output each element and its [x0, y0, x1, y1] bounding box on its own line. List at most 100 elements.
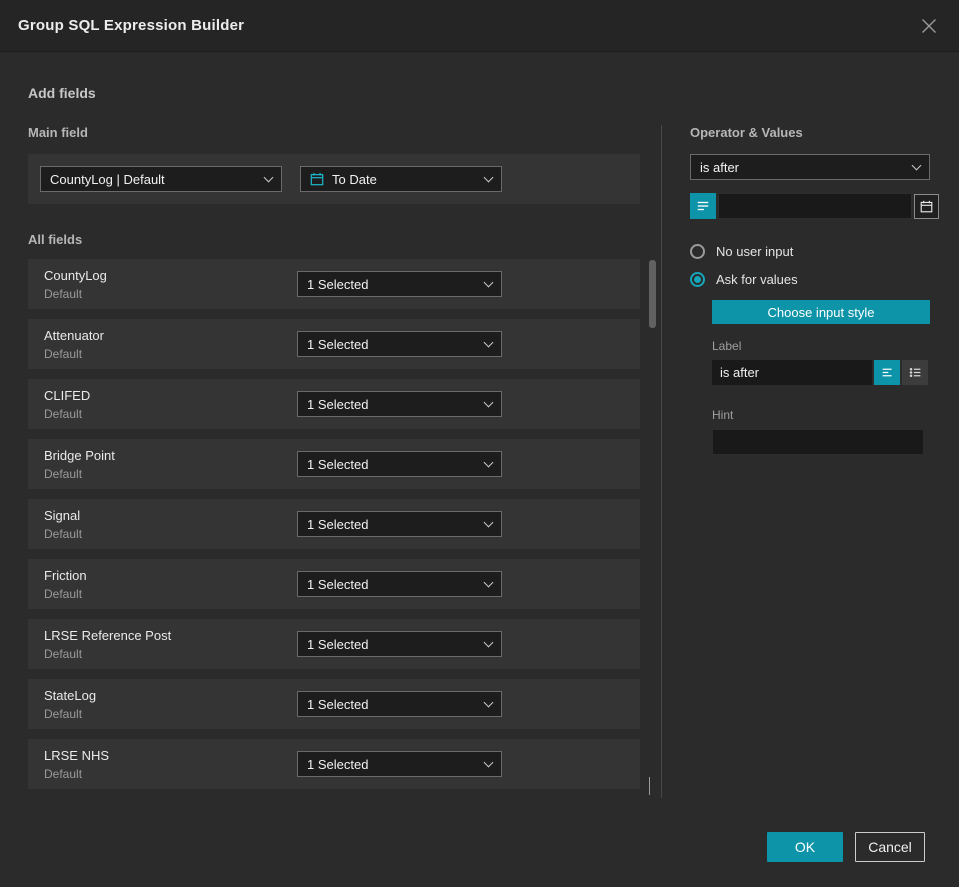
vertical-divider [661, 125, 662, 798]
main-field-dropdown[interactable]: CountyLog | Default [40, 166, 282, 192]
field-text: Bridge Point Default [44, 448, 297, 481]
field-selected-dropdown[interactable]: 1 Selected [297, 751, 502, 777]
calendar-icon [310, 172, 324, 186]
field-text: StateLog Default [44, 688, 297, 721]
selected-count-label: 1 Selected [307, 336, 369, 352]
selected-count-label: 1 Selected [307, 636, 369, 652]
field-text: Signal Default [44, 508, 297, 541]
field-row: Bridge Point Default 1 Selected [28, 439, 640, 489]
bulleted-list-icon [909, 366, 922, 379]
single-line-style-button[interactable] [874, 360, 900, 385]
close-button[interactable] [917, 14, 941, 38]
field-subtitle: Default [44, 466, 83, 481]
radio-icon [690, 244, 705, 259]
field-subtitle: Default [44, 586, 83, 601]
field-row: CLIFED Default 1 Selected [28, 379, 640, 429]
close-icon [921, 18, 937, 34]
field-subtitle: Default [44, 286, 83, 301]
field-subtitle: Default [44, 766, 83, 781]
hint-input[interactable] [712, 429, 924, 455]
field-name: CountyLog [44, 267, 107, 283]
selected-count-label: 1 Selected [307, 576, 369, 592]
selected-count-label: 1 Selected [307, 396, 369, 412]
field-name: Friction [44, 567, 87, 583]
dialog-header: Group SQL Expression Builder [0, 0, 959, 52]
label-row [712, 360, 930, 385]
radio-no-user-input-label: No user input [716, 244, 794, 259]
chevron-down-icon [483, 577, 494, 587]
field-selected-dropdown[interactable]: 1 Selected [297, 511, 502, 537]
field-row: Friction Default 1 Selected [28, 559, 640, 609]
operator-dropdown[interactable]: is after [690, 154, 930, 180]
field-row: LRSE Reference Post Default 1 Selected [28, 619, 640, 669]
hint-caption: Hint [712, 408, 734, 422]
chevron-down-icon [483, 637, 494, 647]
chevron-down-icon [483, 397, 494, 407]
chevron-down-icon [483, 757, 494, 767]
field-name: Attenuator [44, 327, 104, 343]
ok-button[interactable]: OK [767, 832, 843, 862]
field-subtitle: Default [44, 646, 83, 661]
label-input[interactable] [712, 360, 872, 385]
field-selected-dropdown[interactable]: 1 Selected [297, 691, 502, 717]
field-text: LRSE NHS Default [44, 748, 297, 781]
selected-count-label: 1 Selected [307, 276, 369, 292]
field-selected-dropdown[interactable]: 1 Selected [297, 571, 502, 597]
chevron-down-icon [649, 777, 650, 795]
selected-count-label: 1 Selected [307, 456, 369, 472]
list-style-button[interactable] [902, 360, 928, 385]
operator-dropdown-value: is after [700, 159, 740, 175]
date-type-dropdown[interactable]: To Date [300, 166, 502, 192]
chevron-down-icon [483, 457, 494, 467]
field-row: CountyLog Default 1 Selected [28, 259, 640, 309]
chevron-down-icon [483, 697, 494, 707]
all-fields-label: All fields [28, 232, 83, 247]
align-left-icon [881, 366, 894, 379]
field-row: Attenuator Default 1 Selected [28, 319, 640, 369]
field-selected-dropdown[interactable]: 1 Selected [297, 631, 502, 657]
field-text: LRSE Reference Post Default [44, 628, 297, 661]
fields-panel: Main field CountyLog | Default To Date A… [28, 125, 656, 798]
chevron-down-icon [483, 277, 494, 287]
cancel-button[interactable]: Cancel [855, 832, 925, 862]
field-row: LRSE NHS Default 1 Selected [28, 739, 640, 789]
radio-ask-for-values-label: Ask for values [716, 272, 798, 287]
field-subtitle: Default [44, 526, 83, 541]
field-text: CLIFED Default [44, 388, 297, 421]
main-field-row: CountyLog | Default To Date [28, 154, 640, 204]
field-selected-dropdown[interactable]: 1 Selected [297, 391, 502, 417]
chevron-down-icon [263, 172, 274, 182]
field-row: Signal Default 1 Selected [28, 499, 640, 549]
field-subtitle: Default [44, 706, 83, 721]
date-picker-button[interactable] [914, 193, 939, 219]
calendar-icon [920, 200, 933, 213]
main-field-label: Main field [28, 125, 88, 140]
add-fields-heading: Add fields [28, 85, 96, 101]
chevron-down-icon [483, 337, 494, 347]
scroll-down-arrow[interactable] [649, 777, 650, 795]
date-type-dropdown-value: To Date [332, 171, 377, 187]
field-selected-dropdown[interactable]: 1 Selected [297, 331, 502, 357]
field-name: Signal [44, 507, 81, 523]
field-name: Bridge Point [44, 447, 115, 463]
field-subtitle: Default [44, 346, 83, 361]
all-fields-list: CountyLog Default 1 Selected Attenuator … [28, 259, 640, 789]
field-name: LRSE NHS [44, 747, 110, 763]
chevron-down-icon [483, 172, 494, 182]
field-name: LRSE Reference Post [44, 627, 172, 643]
field-selected-dropdown[interactable]: 1 Selected [297, 271, 502, 297]
operator-values-heading: Operator & Values [690, 125, 803, 140]
dialog-title: Group SQL Expression Builder [18, 17, 245, 34]
radio-ask-for-values[interactable]: Ask for values [690, 272, 930, 287]
value-input[interactable] [718, 193, 912, 219]
radio-selected-icon [690, 272, 705, 287]
field-name: StateLog [44, 687, 97, 703]
field-selected-dropdown[interactable]: 1 Selected [297, 451, 502, 477]
list-input-toggle-button[interactable] [690, 193, 716, 219]
radio-no-user-input[interactable]: No user input [690, 244, 930, 259]
label-caption: Label [712, 339, 742, 353]
scrollbar[interactable] [648, 259, 658, 797]
list-input-icon [696, 199, 710, 213]
choose-input-style-button[interactable]: Choose input style [712, 300, 930, 324]
scrollbar-thumb[interactable] [649, 260, 656, 328]
